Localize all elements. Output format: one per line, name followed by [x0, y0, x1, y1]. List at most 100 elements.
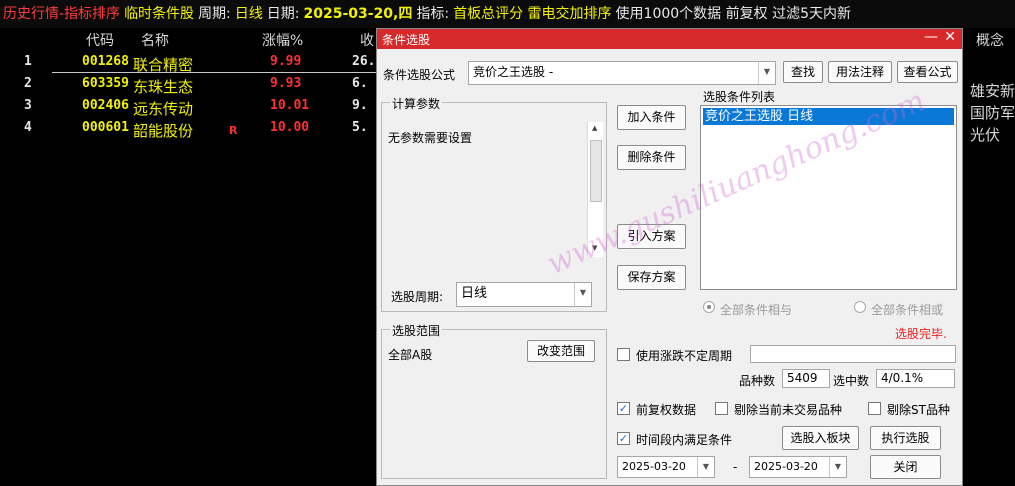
stock-code: 001268 — [82, 54, 129, 69]
list-name: 临时条件股 — [124, 6, 195, 22]
time-range-checkbox[interactable]: ✓ — [617, 432, 630, 445]
scroll-down-icon[interactable]: ▼ — [592, 244, 597, 252]
change-range-button[interactable]: 改变范围 — [527, 340, 595, 362]
scroll-up-icon[interactable]: ▲ — [592, 124, 597, 132]
period-label: 周期: — [198, 6, 231, 22]
stock-close: 26. — [352, 54, 376, 69]
limit-period-field[interactable] — [750, 345, 956, 363]
stock-badge: R — [229, 124, 238, 137]
all-and-radio[interactable] — [703, 301, 715, 313]
top-info-bar: 历史行情-指标排序 临时条件股 周期: 日线 日期: 2025-03-20,四 指标: 首板总… — [0, 0, 1015, 28]
date-from-value: 2025-03-20 — [622, 460, 686, 473]
date-to-value: 2025-03-20 — [754, 460, 818, 473]
time-range-label: 时间段内满足条件 — [636, 433, 733, 447]
col-code[interactable]: 代码 — [86, 30, 114, 50]
view-formula-button[interactable]: 查看公式 — [897, 61, 958, 83]
stock-change: 10.01 — [270, 98, 310, 113]
range-group-label: 选股范围 — [390, 322, 443, 339]
col-change[interactable]: 涨幅% — [262, 30, 303, 50]
condition-list[interactable]: 竞价之王选股 日线 — [700, 105, 957, 290]
exclude-untraded-checkbox[interactable] — [715, 402, 728, 415]
condition-list-item[interactable]: 竞价之王选股 日线 — [703, 108, 954, 125]
close-icon[interactable]: ✕ — [944, 29, 956, 45]
date-label: 日期: — [266, 6, 300, 22]
period-combo[interactable]: 日线 ▼ — [456, 282, 592, 307]
params-group: 计算参数 无参数需要设置 ▲ ▼ 选股周期: 日线 ▼ — [381, 95, 607, 312]
date-value: 2025-03-20,四 — [303, 6, 413, 22]
stock-change: 10.00 — [270, 120, 310, 135]
close-button[interactable]: 关闭 — [870, 455, 941, 479]
exclude-st-checkbox[interactable] — [868, 402, 881, 415]
stock-name: 远东传动 — [133, 100, 194, 118]
minimize-icon[interactable]: — — [924, 29, 938, 45]
data-info: 使用1000个数据 前复权 过滤5天内新 — [615, 6, 851, 22]
concept-panel: 概念 雄安新 国防军 光伏 — [964, 28, 1015, 486]
stock-code: 002406 — [82, 98, 129, 113]
table-row[interactable]: 2 603359 东珠生态 9.93 6. — [0, 74, 378, 96]
params-group-label: 计算参数 — [390, 95, 443, 112]
selected-label: 选中数 — [833, 374, 870, 388]
scroll-thumb[interactable] — [590, 140, 602, 202]
count-label: 品种数 — [739, 374, 776, 388]
delete-condition-button[interactable]: 删除条件 — [617, 145, 686, 170]
date-to-field[interactable]: 2025-03-20 ▼ — [749, 456, 847, 478]
range-group: 选股范围 全部A股 改变范围 — [381, 322, 607, 479]
params-text: 无参数需要设置 — [388, 131, 473, 145]
execute-select-button[interactable]: 执行选股 — [870, 426, 941, 450]
use-limit-period-checkbox[interactable] — [617, 348, 630, 361]
formula-label: 条件选股公式 — [383, 68, 456, 82]
indicator-value: 首板总评分 雷电交加排序 — [453, 6, 612, 22]
stock-change: 9.99 — [270, 54, 302, 69]
stock-close: 5. — [352, 120, 368, 135]
row-index: 4 — [24, 120, 32, 135]
table-row[interactable]: 4 000601 韶能股份 R 10.00 5. — [0, 118, 378, 140]
chevron-down-icon[interactable]: ▼ — [574, 283, 591, 306]
concept-header: 概念 — [976, 33, 1004, 49]
all-or-radio[interactable] — [854, 301, 866, 313]
chevron-down-icon[interactable]: ▼ — [697, 457, 714, 477]
params-scrollbar[interactable]: ▲ ▼ — [587, 122, 603, 257]
row-selection-underline — [52, 72, 378, 73]
dialog-titlebar[interactable]: 条件选股 — ✕ — [377, 29, 962, 49]
stock-close: 6. — [352, 76, 368, 91]
condition-select-dialog: 条件选股 — ✕ 条件选股公式 竞价之王选股 - ▼ 查找 用法注释 查看公式 … — [376, 28, 963, 486]
use-limit-period-label: 使用涨跌不定周期 — [636, 349, 733, 363]
date-from-field[interactable]: 2025-03-20 ▼ — [617, 456, 715, 478]
view-title: 历史行情-指标排序 — [3, 6, 121, 22]
exclude-untraded-label: 剔除当前未交易品种 — [734, 403, 843, 417]
range-value: 全部A股 — [388, 348, 433, 362]
formula-combo[interactable]: 竞价之王选股 - ▼ — [468, 61, 776, 85]
add-condition-button[interactable]: 加入条件 — [617, 105, 686, 130]
table-row[interactable]: 1 001268 联合精密 9.99 26. — [0, 52, 378, 74]
selected-field: 4/0.1% — [876, 369, 955, 388]
concept-item: 雄安新 — [970, 82, 1015, 100]
stock-code: 603359 — [82, 76, 129, 91]
period-value: 日线 — [234, 6, 263, 22]
col-close[interactable]: 收 — [360, 30, 374, 50]
row-index: 3 — [24, 98, 32, 113]
stock-code: 000601 — [82, 120, 129, 135]
to-block-button[interactable]: 选股入板块 — [782, 426, 859, 450]
exclude-st-label: 剔除ST品种 — [887, 403, 950, 417]
stock-close: 9. — [352, 98, 368, 113]
find-button[interactable]: 查找 — [783, 61, 823, 83]
table-row[interactable]: 3 002406 远东传动 10.01 9. — [0, 96, 378, 118]
condition-list-label: 选股条件列表 — [703, 90, 776, 104]
all-or-label: 全部条件相或 — [871, 303, 944, 317]
row-index: 2 — [24, 76, 32, 91]
all-and-label: 全部条件相与 — [720, 303, 793, 317]
usage-notes-button[interactable]: 用法注释 — [828, 61, 892, 83]
col-name[interactable]: 名称 — [141, 30, 169, 50]
chevron-down-icon[interactable]: ▼ — [829, 457, 846, 477]
adjust-data-checkbox[interactable]: ✓ — [617, 402, 630, 415]
date-separator: - — [733, 460, 738, 474]
stock-name: 东珠生态 — [133, 78, 194, 96]
import-plan-button[interactable]: 引入方案 — [617, 224, 686, 249]
chevron-down-icon[interactable]: ▼ — [758, 62, 775, 84]
indicator-label: 指标: — [416, 6, 450, 22]
stock-change: 9.93 — [270, 76, 302, 91]
save-plan-button[interactable]: 保存方案 — [617, 265, 686, 290]
formula-value: 竞价之王选股 - — [473, 65, 554, 79]
concept-item: 光伏 — [970, 126, 1001, 144]
status-text: 选股完毕. — [895, 327, 947, 341]
